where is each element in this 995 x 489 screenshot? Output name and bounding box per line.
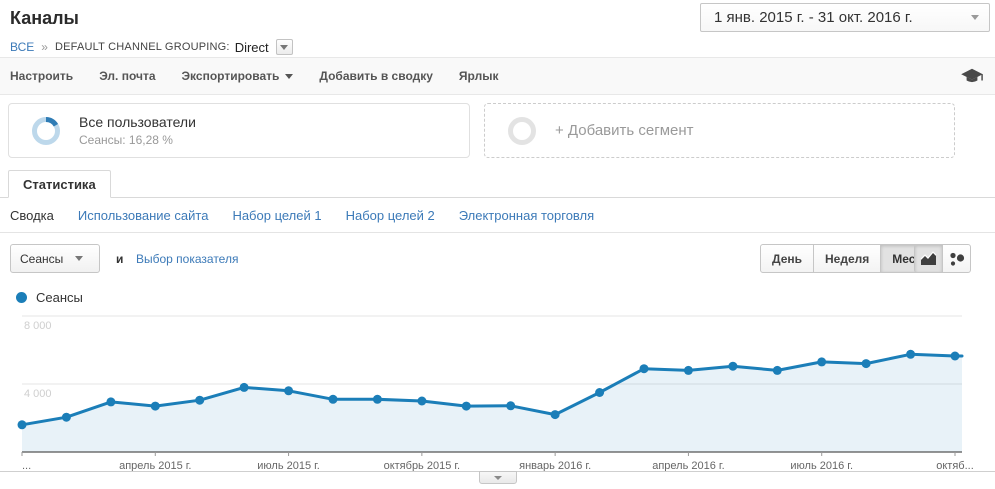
shortcut-button[interactable]: Ярлык: [459, 69, 499, 83]
date-range-text: 1 янв. 2015 г. - 31 окт. 2016 г.: [714, 9, 971, 26]
data-point[interactable]: [506, 401, 515, 410]
analytics-report-page: Каналы ВСЕ » DEFAULT CHANNEL GROUPING: D…: [0, 0, 995, 489]
breadcrumb-dropdown-button[interactable]: [276, 39, 293, 55]
subnav-site-usage[interactable]: Использование сайта: [78, 208, 209, 223]
metric-select-value: Сеансы: [20, 252, 63, 266]
data-point[interactable]: [373, 395, 382, 404]
motion-chart-dots-icon: [948, 251, 965, 267]
export-label: Экспортировать: [182, 69, 280, 83]
report-subnav: Сводка Использование сайта Набор целей 1…: [0, 198, 995, 233]
granularity-day-button[interactable]: День: [760, 244, 814, 273]
customize-button[interactable]: Настроить: [10, 69, 73, 83]
tab-explorer[interactable]: Статистика: [8, 170, 111, 198]
chevron-down-icon: [280, 45, 288, 50]
chevron-down-icon: [285, 74, 293, 79]
breadcrumb-separator: »: [41, 40, 48, 54]
data-point[interactable]: [195, 396, 204, 405]
chart-legend: Сеансы: [16, 290, 83, 305]
breadcrumb-dimension: DEFAULT CHANNEL GROUPING:: [55, 41, 230, 53]
series-color-dot: [16, 292, 27, 303]
data-point[interactable]: [817, 357, 826, 366]
data-point[interactable]: [951, 352, 960, 361]
segments-section: Все пользователи Сеансы: 16,28 % + Добав…: [0, 95, 995, 170]
y-axis-label: 4 000: [24, 388, 52, 400]
data-point[interactable]: [906, 350, 915, 359]
add-segment-card[interactable]: + Добавить сегмент: [484, 103, 955, 158]
segment-name: Все пользователи: [79, 114, 196, 130]
subnav-ecommerce[interactable]: Электронная торговля: [459, 208, 594, 223]
data-point[interactable]: [684, 366, 693, 375]
export-menu-button[interactable]: Экспортировать: [182, 69, 294, 83]
data-point[interactable]: [106, 397, 115, 406]
data-point[interactable]: [728, 362, 737, 371]
data-point[interactable]: [862, 359, 871, 368]
chevron-down-icon: [971, 15, 979, 20]
date-range-selector[interactable]: 1 янв. 2015 г. - 31 окт. 2016 г.: [700, 3, 990, 32]
page-title: Каналы: [10, 8, 79, 29]
motion-chart-button[interactable]: [942, 244, 971, 273]
data-point[interactable]: [151, 402, 160, 411]
collapse-chart-button[interactable]: [479, 471, 517, 484]
data-point[interactable]: [595, 388, 604, 397]
breadcrumb-value: Direct: [235, 40, 269, 55]
data-point[interactable]: [773, 366, 782, 375]
data-point[interactable]: [18, 420, 27, 429]
intelligence-graduation-cap-icon[interactable]: [959, 67, 985, 85]
data-point[interactable]: [62, 413, 71, 422]
chevron-down-icon: [494, 476, 502, 480]
empty-donut-icon: [507, 116, 537, 146]
data-point[interactable]: [329, 395, 338, 404]
data-point[interactable]: [551, 410, 560, 419]
header: Каналы ВСЕ » DEFAULT CHANNEL GROUPING: D…: [0, 0, 995, 57]
data-point[interactable]: [284, 386, 293, 395]
sessions-over-time-chart[interactable]: 4 0008 000...апрель 2015 г.июль 2015 г.о…: [0, 306, 995, 472]
data-point[interactable]: [417, 397, 426, 406]
report-toolbar: Настроить Эл. почта Экспортировать Добав…: [0, 57, 995, 95]
segment-text: Все пользователи Сеансы: 16,28 %: [79, 114, 196, 147]
subnav-summary[interactable]: Сводка: [10, 208, 54, 223]
chart-type-button-group: [915, 244, 971, 273]
line-chart-icon: [920, 251, 937, 266]
breadcrumb: ВСЕ » DEFAULT CHANNEL GROUPING: Direct: [10, 39, 293, 55]
chart-controls: Сеансы и Выбор показателя День Неделя Ме…: [0, 233, 995, 283]
series-legend-label: Сеансы: [36, 290, 83, 305]
granularity-week-button[interactable]: Неделя: [813, 244, 881, 273]
breadcrumb-all-link[interactable]: ВСЕ: [10, 40, 34, 54]
subnav-goal-set-2[interactable]: Набор целей 2: [346, 208, 435, 223]
email-button[interactable]: Эл. почта: [99, 69, 155, 83]
area-fill: [22, 354, 962, 452]
data-point[interactable]: [640, 364, 649, 373]
segment-all-users-card[interactable]: Все пользователи Сеансы: 16,28 %: [8, 103, 470, 158]
segment-detail: Сеансы: 16,28 %: [79, 133, 196, 147]
line-chart-button[interactable]: [914, 244, 943, 273]
y-axis-label: 8 000: [24, 320, 52, 332]
data-point[interactable]: [240, 383, 249, 392]
chevron-down-icon: [75, 256, 83, 261]
chart-collapse-bar: [0, 471, 995, 484]
add-to-dashboard-button[interactable]: Добавить в сводку: [319, 69, 433, 83]
report-tabbar: Статистика: [0, 170, 995, 198]
metric-select-dropdown[interactable]: Сеансы: [10, 244, 100, 273]
select-metric-link[interactable]: Выбор показателя: [136, 252, 238, 266]
data-point[interactable]: [462, 402, 471, 411]
segment-donut-icon: [31, 116, 61, 146]
add-segment-label: + Добавить сегмент: [555, 122, 694, 139]
subnav-goal-set-1[interactable]: Набор целей 1: [232, 208, 321, 223]
conjunction-label: и: [116, 252, 123, 266]
